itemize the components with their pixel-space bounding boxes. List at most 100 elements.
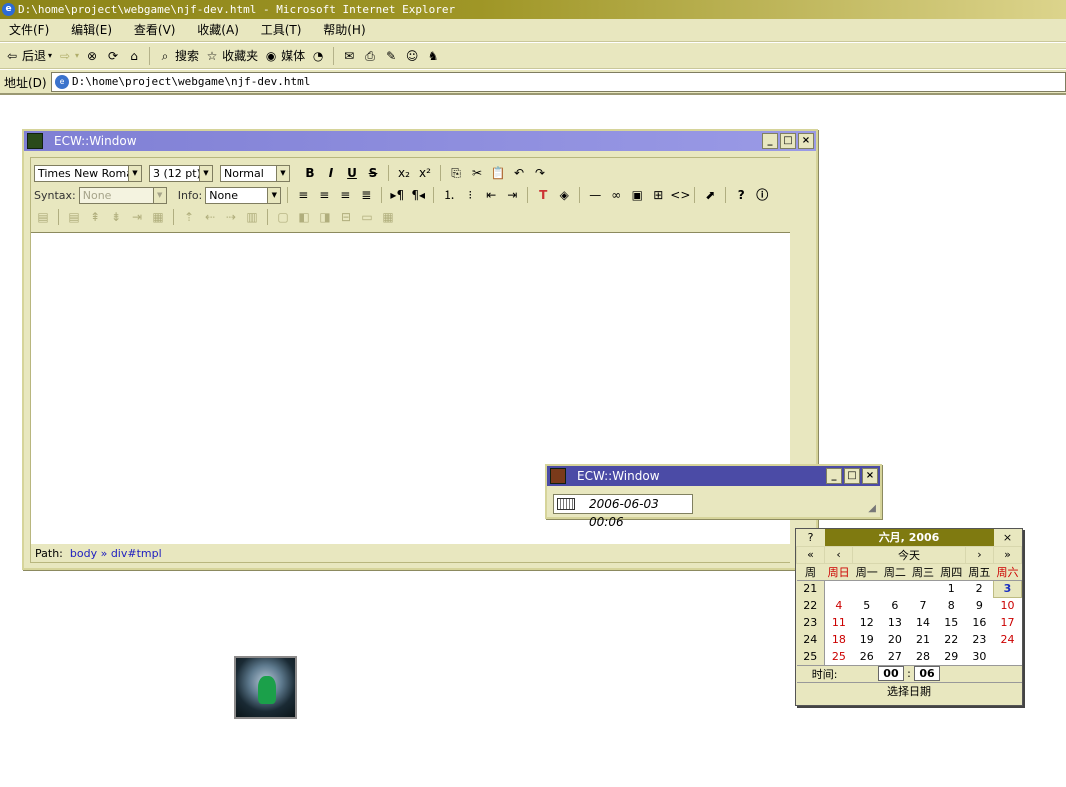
calendar-day[interactable]: 20 xyxy=(880,631,909,648)
align-right-icon[interactable]: ≡ xyxy=(336,186,354,204)
paste-icon[interactable]: 📋 xyxy=(489,164,507,182)
back-button[interactable]: ⇦ 后退 ▾ xyxy=(4,46,52,66)
calendar-day[interactable]: 8 xyxy=(937,597,966,614)
calendar-day[interactable]: 5 xyxy=(852,597,881,614)
next-year-button[interactable]: » xyxy=(993,545,1022,564)
html-source-icon[interactable]: <> xyxy=(670,186,690,204)
calendar-day[interactable]: 17 xyxy=(993,614,1022,631)
close-button[interactable]: × xyxy=(798,133,814,149)
calendar-day-selected[interactable]: 3 xyxy=(993,579,1022,598)
hour-field[interactable]: 00 xyxy=(878,666,904,681)
ordered-list-icon[interactable]: ⒈ xyxy=(440,186,458,204)
split-row-icon[interactable]: ▦ xyxy=(149,208,167,226)
delete-column-icon[interactable]: ▥ xyxy=(243,208,261,226)
menu-help[interactable]: 帮助(H) xyxy=(314,19,374,42)
insert-cell-after-icon[interactable]: ◨ xyxy=(316,208,334,226)
background-color-icon[interactable]: ◈ xyxy=(555,186,573,204)
insert-row-after-icon[interactable]: ⇟ xyxy=(107,208,125,226)
calendar-icon[interactable] xyxy=(557,498,575,510)
print-icon[interactable]: ⎙ xyxy=(362,48,378,64)
resize-grip-icon[interactable]: ◢ xyxy=(868,503,876,514)
calendar-day[interactable]: 27 xyxy=(880,648,909,665)
help-icon[interactable]: ? xyxy=(732,186,750,204)
merge-cells-icon[interactable]: ▭ xyxy=(358,208,376,226)
cut-icon[interactable]: ✂ xyxy=(468,164,486,182)
home-icon[interactable]: ⌂ xyxy=(126,48,142,64)
align-center-icon[interactable]: ≡ xyxy=(315,186,333,204)
minimize-button[interactable]: _ xyxy=(826,468,842,484)
align-justify-icon[interactable]: ≣ xyxy=(357,186,375,204)
underline-icon[interactable]: U xyxy=(343,164,361,182)
close-button[interactable]: × xyxy=(862,468,878,484)
today-button[interactable]: 今天 xyxy=(852,545,966,564)
calendar-day[interactable]: 13 xyxy=(880,614,909,631)
date-input[interactable]: 2006-06-03 00:06 xyxy=(553,494,693,529)
edit-icon[interactable]: ✎ xyxy=(383,48,399,64)
insert-row-before-icon[interactable]: ⇞ xyxy=(86,208,104,226)
search-button[interactable]: ⌕ 搜索 xyxy=(157,46,199,66)
calendar-day[interactable]: 6 xyxy=(880,597,909,614)
image-icon[interactable]: ▣ xyxy=(628,186,646,204)
about-icon[interactable]: ⓘ xyxy=(753,186,771,204)
calendar-day[interactable]: 16 xyxy=(965,614,994,631)
forward-button[interactable]: ⇨ ▾ xyxy=(57,46,79,66)
calendar-day[interactable]: 29 xyxy=(937,648,966,665)
calendar-day[interactable]: 19 xyxy=(852,631,881,648)
menu-view[interactable]: 查看(V) xyxy=(125,19,185,42)
path-item-div[interactable]: div#tmpl xyxy=(111,547,162,560)
menu-favorites[interactable]: 收藏(A) xyxy=(188,19,248,42)
size-select[interactable]: 3 (12 pt) ▼ xyxy=(149,164,213,182)
prev-year-button[interactable]: « xyxy=(796,545,825,564)
address-input[interactable]: e D:\home\project\webgame\njf-dev.html xyxy=(51,72,1066,92)
calendar-day[interactable]: 30 xyxy=(965,648,994,665)
calendar-day[interactable]: 7 xyxy=(908,597,938,614)
table-properties-icon[interactable]: ▤ xyxy=(34,208,52,226)
link-icon[interactable]: ∞ xyxy=(607,186,625,204)
insert-column-after-icon[interactable]: ⇢ xyxy=(222,208,240,226)
calendar-day[interactable]: 18 xyxy=(824,631,853,648)
strikethrough-icon[interactable]: S xyxy=(364,164,382,182)
delete-cell-icon[interactable]: ⊟ xyxy=(337,208,355,226)
calendar-day[interactable]: 4 xyxy=(824,597,853,614)
copy-icon[interactable]: ⎘ xyxy=(447,164,465,182)
split-cell-icon[interactable]: ▦ xyxy=(379,208,397,226)
calendar-day[interactable]: 28 xyxy=(908,648,938,665)
insert-column-before-icon[interactable]: ⇠ xyxy=(201,208,219,226)
qq-icon[interactable]: ♞ xyxy=(425,48,441,64)
calendar-day[interactable]: 21 xyxy=(908,631,938,648)
format-select[interactable]: Normal ▼ xyxy=(220,164,290,182)
insert-cell-before-icon[interactable]: ◧ xyxy=(295,208,313,226)
path-item-body[interactable]: body xyxy=(70,547,97,560)
minute-field[interactable]: 06 xyxy=(914,666,940,681)
calendar-day[interactable]: 26 xyxy=(852,648,881,665)
align-left-icon[interactable]: ≡ xyxy=(294,186,312,204)
popup-editor-icon[interactable]: ⬈ xyxy=(701,186,719,204)
mail-icon[interactable]: ✉ xyxy=(341,48,357,64)
menu-file[interactable]: 文件(F) xyxy=(0,19,58,42)
stop-icon[interactable]: ⊗ xyxy=(84,48,100,64)
row-properties-icon[interactable]: ▤ xyxy=(65,208,83,226)
messenger-icon[interactable]: ☺ xyxy=(404,48,420,64)
superscript-icon[interactable]: x² xyxy=(416,164,434,182)
calendar-day[interactable]: 25 xyxy=(824,648,853,665)
calendar-day[interactable]: 1 xyxy=(937,580,966,597)
refresh-icon[interactable]: ⟳ xyxy=(105,48,121,64)
cell-properties-icon[interactable]: ▢ xyxy=(274,208,292,226)
calendar-day[interactable]: 24 xyxy=(993,631,1022,648)
calendar-day[interactable]: 12 xyxy=(852,614,881,631)
calendar-day[interactable]: 2 xyxy=(965,580,994,597)
italic-icon[interactable]: I xyxy=(322,164,340,182)
menu-edit[interactable]: 编辑(E) xyxy=(62,19,121,42)
next-month-button[interactable]: › xyxy=(964,545,995,564)
media-button[interactable]: ◉ 媒体 xyxy=(263,46,305,66)
minimize-button[interactable]: _ xyxy=(762,133,778,149)
syntax-select[interactable]: None ▼ xyxy=(78,186,167,204)
calendar-day[interactable]: 11 xyxy=(824,614,853,631)
font-select[interactable]: Times New Roman ▼ xyxy=(34,164,142,182)
outdent-icon[interactable]: ⇤ xyxy=(482,186,500,204)
subscript-icon[interactable]: x₂ xyxy=(395,164,413,182)
maximize-button[interactable]: □ xyxy=(844,468,860,484)
maximize-button[interactable]: □ xyxy=(780,133,796,149)
forward-dropdown-icon[interactable]: ▾ xyxy=(75,51,79,60)
horizontal-rule-icon[interactable]: — xyxy=(586,186,604,204)
